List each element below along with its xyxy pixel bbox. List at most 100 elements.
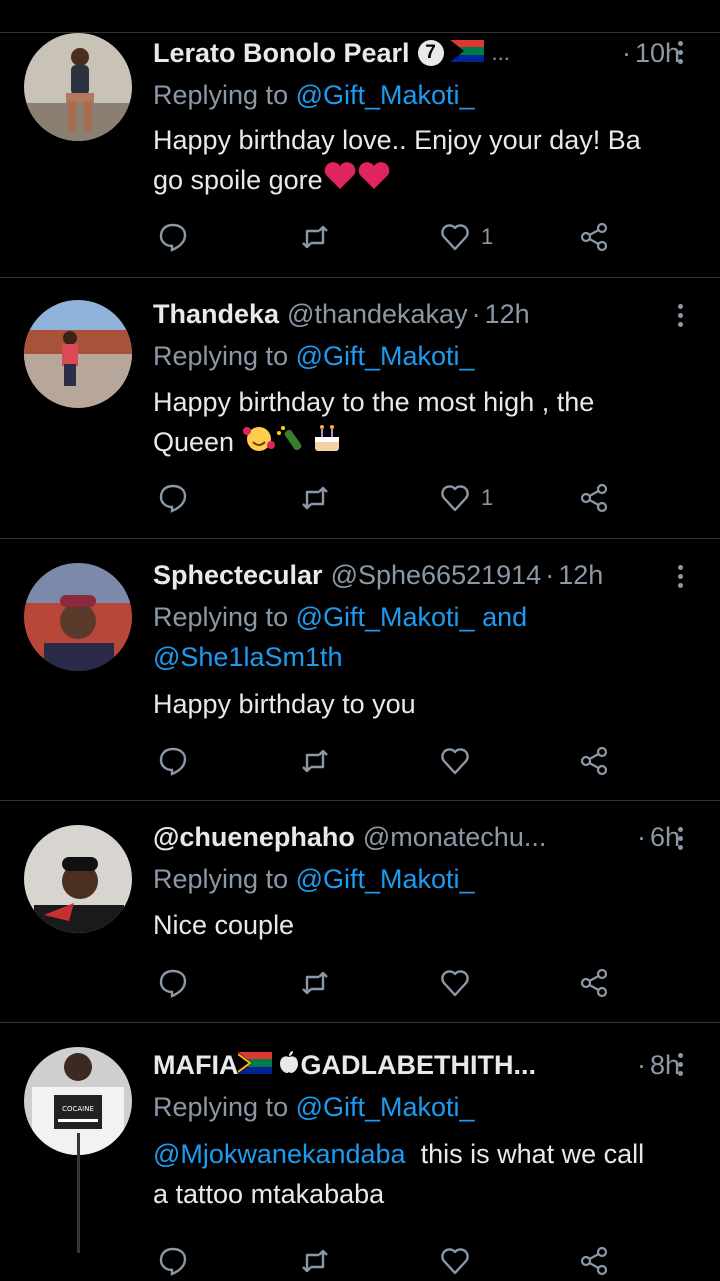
replying-label: Replying to [153, 80, 296, 110]
mention-link[interactable]: @Gift_Makoti_ [296, 80, 475, 110]
tweet-text: @Mjokwanekandaba this is what we call a … [153, 1134, 696, 1214]
mention-link[interactable]: @Gift_Makoti_ [296, 602, 475, 632]
retweet-icon [302, 971, 328, 995]
share-icon [580, 1246, 608, 1276]
like-count: 1 [481, 485, 494, 510]
tweet-header: Sphectecular @Sphe66521914 · 12h [153, 557, 680, 593]
tweet-text: Happy birthday to you [153, 684, 696, 724]
avatar[interactable] [24, 563, 132, 671]
replying-to: Replying to @Gift_Makoti_ [153, 336, 475, 376]
reply-icon [159, 484, 187, 513]
action-bar: 1 [153, 478, 633, 518]
like-button[interactable]: 1 [439, 478, 493, 518]
display-name[interactable]: Lerato Bonolo Pearl [153, 38, 410, 69]
retweet-button[interactable] [299, 1241, 331, 1281]
mention-link[interactable]: @Gift_Makoti_ [296, 1092, 475, 1122]
share-button[interactable] [578, 478, 610, 518]
user-handle[interactable]: @thandekakay [287, 299, 468, 330]
separator-dot: · [636, 821, 646, 852]
mention-link[interactable]: @Gift_Makoti_ [296, 864, 475, 894]
reply-icon [159, 969, 187, 998]
share-icon [580, 746, 608, 776]
mention-link[interactable]: @Gift_Makoti_ [296, 341, 475, 371]
reply-button[interactable] [157, 741, 189, 781]
reply-button[interactable] [157, 963, 189, 1003]
reply-icon [159, 747, 187, 776]
tweet-chuenephaho[interactable]: @chuenephaho @monatechu... · 6h Replying… [0, 801, 720, 1023]
like-button[interactable] [439, 963, 471, 1003]
replying-label: Replying to [153, 1092, 296, 1122]
text-line-2: go spoile gore [153, 160, 696, 202]
replying-label: Replying to [153, 341, 296, 371]
retweet-button[interactable] [299, 741, 331, 781]
reply-icon [159, 1247, 187, 1276]
reply-button[interactable] [157, 1241, 189, 1281]
like-button[interactable]: 1 [439, 217, 493, 257]
like-icon [441, 485, 469, 512]
avatar[interactable] [24, 300, 132, 408]
more-icon[interactable] [670, 37, 690, 67]
display-name[interactable]: Thandeka [153, 299, 279, 330]
replying-to: Replying to @Gift_Makoti_ [153, 859, 475, 899]
tweet-text: Nice couple [153, 905, 696, 945]
avatar[interactable] [24, 825, 132, 933]
mention-and: and [474, 602, 528, 632]
like-icon [441, 970, 469, 997]
display-name[interactable]: Sphectecular [153, 560, 323, 591]
timestamp[interactable]: 12h [485, 299, 530, 330]
name-ellipsis: ... [491, 40, 510, 65]
more-icon[interactable] [670, 1049, 690, 1079]
text-line: a tattoo mtakababa [153, 1179, 385, 1209]
more-icon[interactable] [670, 561, 690, 591]
like-count: 1 [481, 224, 494, 249]
birthday-cake-emoji [310, 423, 344, 464]
share-button[interactable] [578, 741, 610, 781]
reply-button[interactable] [157, 217, 189, 257]
action-bar [153, 963, 633, 1003]
tweet-lerato[interactable]: Lerato Bonolo Pearl 7 ... · 10h Replying… [0, 33, 720, 278]
mention-link[interactable]: @Mjokwanekandaba [153, 1139, 406, 1169]
share-icon [580, 483, 608, 513]
replying-to: Replying to @Gift_Makoti_ [153, 75, 475, 115]
retweet-icon [302, 1249, 328, 1273]
display-name[interactable]: @chuenephaho [153, 822, 355, 853]
user-handle[interactable]: @monatechu... [363, 822, 547, 853]
reply-button[interactable] [157, 478, 189, 518]
replying-to: Replying to @Gift_Makoti_ [153, 1087, 475, 1127]
retweet-button[interactable] [299, 217, 331, 257]
tweet-sphectecular[interactable]: Sphectecular @Sphe66521914 · 12h Replyin… [0, 539, 720, 801]
mention-link-2[interactable]: @She1laSm1th [153, 642, 343, 672]
like-button[interactable] [439, 1241, 471, 1281]
display-name[interactable]: MAFIA [153, 1050, 238, 1081]
more-icon[interactable] [670, 300, 690, 330]
replying-label: Replying to [153, 864, 296, 894]
tweet-text: Happy birthday love.. Enjoy your day! Ba… [153, 120, 696, 202]
text-line-content: go spoile gore [153, 165, 323, 195]
retweet-button[interactable] [299, 963, 331, 1003]
tweet-mafia[interactable]: COCAINE MAFIA GADLABETHITH... · 8h Reply… [0, 1023, 720, 1276]
display-name-2[interactable]: GADLABETHITH... [300, 1050, 536, 1081]
share-button[interactable] [578, 963, 610, 1003]
text-line-2: Queen [153, 422, 696, 464]
share-button[interactable] [578, 1241, 610, 1281]
share-icon [580, 968, 608, 998]
like-icon [441, 1248, 469, 1275]
separator-dot: · [545, 559, 555, 590]
tweet-thandeka[interactable]: Thandeka @thandekakay · 12h Replying to … [0, 278, 720, 539]
share-button[interactable] [578, 217, 610, 257]
more-icon[interactable] [670, 823, 690, 853]
avatar[interactable] [24, 33, 132, 141]
retweet-button[interactable] [299, 478, 331, 518]
text-line: Happy birthday to you [153, 689, 416, 719]
timestamp[interactable]: 12h [558, 560, 603, 591]
like-button[interactable] [439, 741, 471, 781]
apple-icon [278, 1050, 300, 1081]
action-bar [153, 741, 633, 781]
user-handle[interactable]: @Sphe66521914 [331, 560, 542, 591]
smiling-hearts-emoji [242, 423, 276, 464]
text-line: Happy birthday love.. Enjoy your day! Ba [153, 125, 641, 155]
action-bar [153, 1241, 633, 1281]
like-icon [441, 748, 469, 775]
tweet-header: Lerato Bonolo Pearl 7 ... · 10h [153, 35, 680, 71]
separator-dot: · [636, 1049, 646, 1080]
